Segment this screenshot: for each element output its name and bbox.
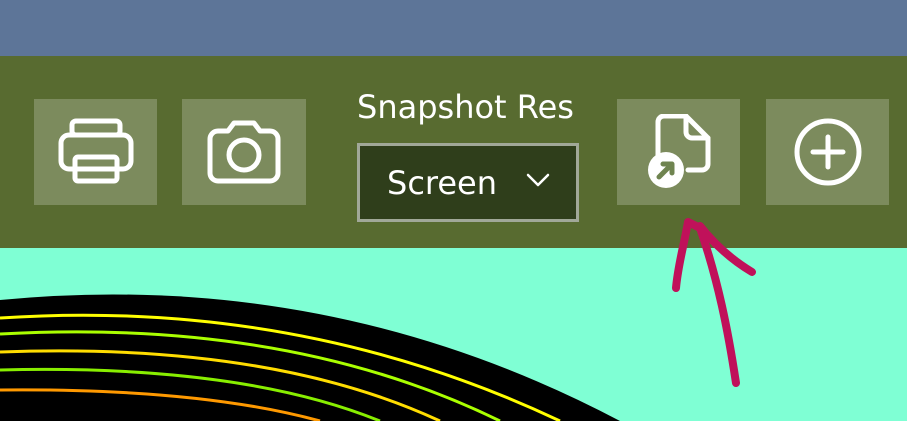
- export-button[interactable]: [617, 99, 740, 205]
- add-button[interactable]: [766, 99, 889, 205]
- app-window: Snapshot Res Screen: [0, 0, 907, 421]
- export-file-icon: [644, 114, 714, 190]
- canvas-graphic: [0, 294, 620, 421]
- snapshot-button[interactable]: [182, 99, 306, 205]
- render-canvas[interactable]: [0, 248, 907, 421]
- snapshot-res-value: Screen: [387, 163, 498, 202]
- printer-icon: [58, 117, 134, 187]
- snapshot-res-dropdown[interactable]: Screen: [357, 143, 579, 222]
- camera-icon: [206, 119, 282, 185]
- black-arc-band: [0, 294, 620, 421]
- chevron-down-icon: [526, 172, 550, 191]
- title-bar: [0, 0, 907, 56]
- print-button[interactable]: [34, 99, 157, 205]
- snapshot-res-label: Snapshot Res: [357, 88, 574, 126]
- add-circle-icon: [793, 117, 863, 187]
